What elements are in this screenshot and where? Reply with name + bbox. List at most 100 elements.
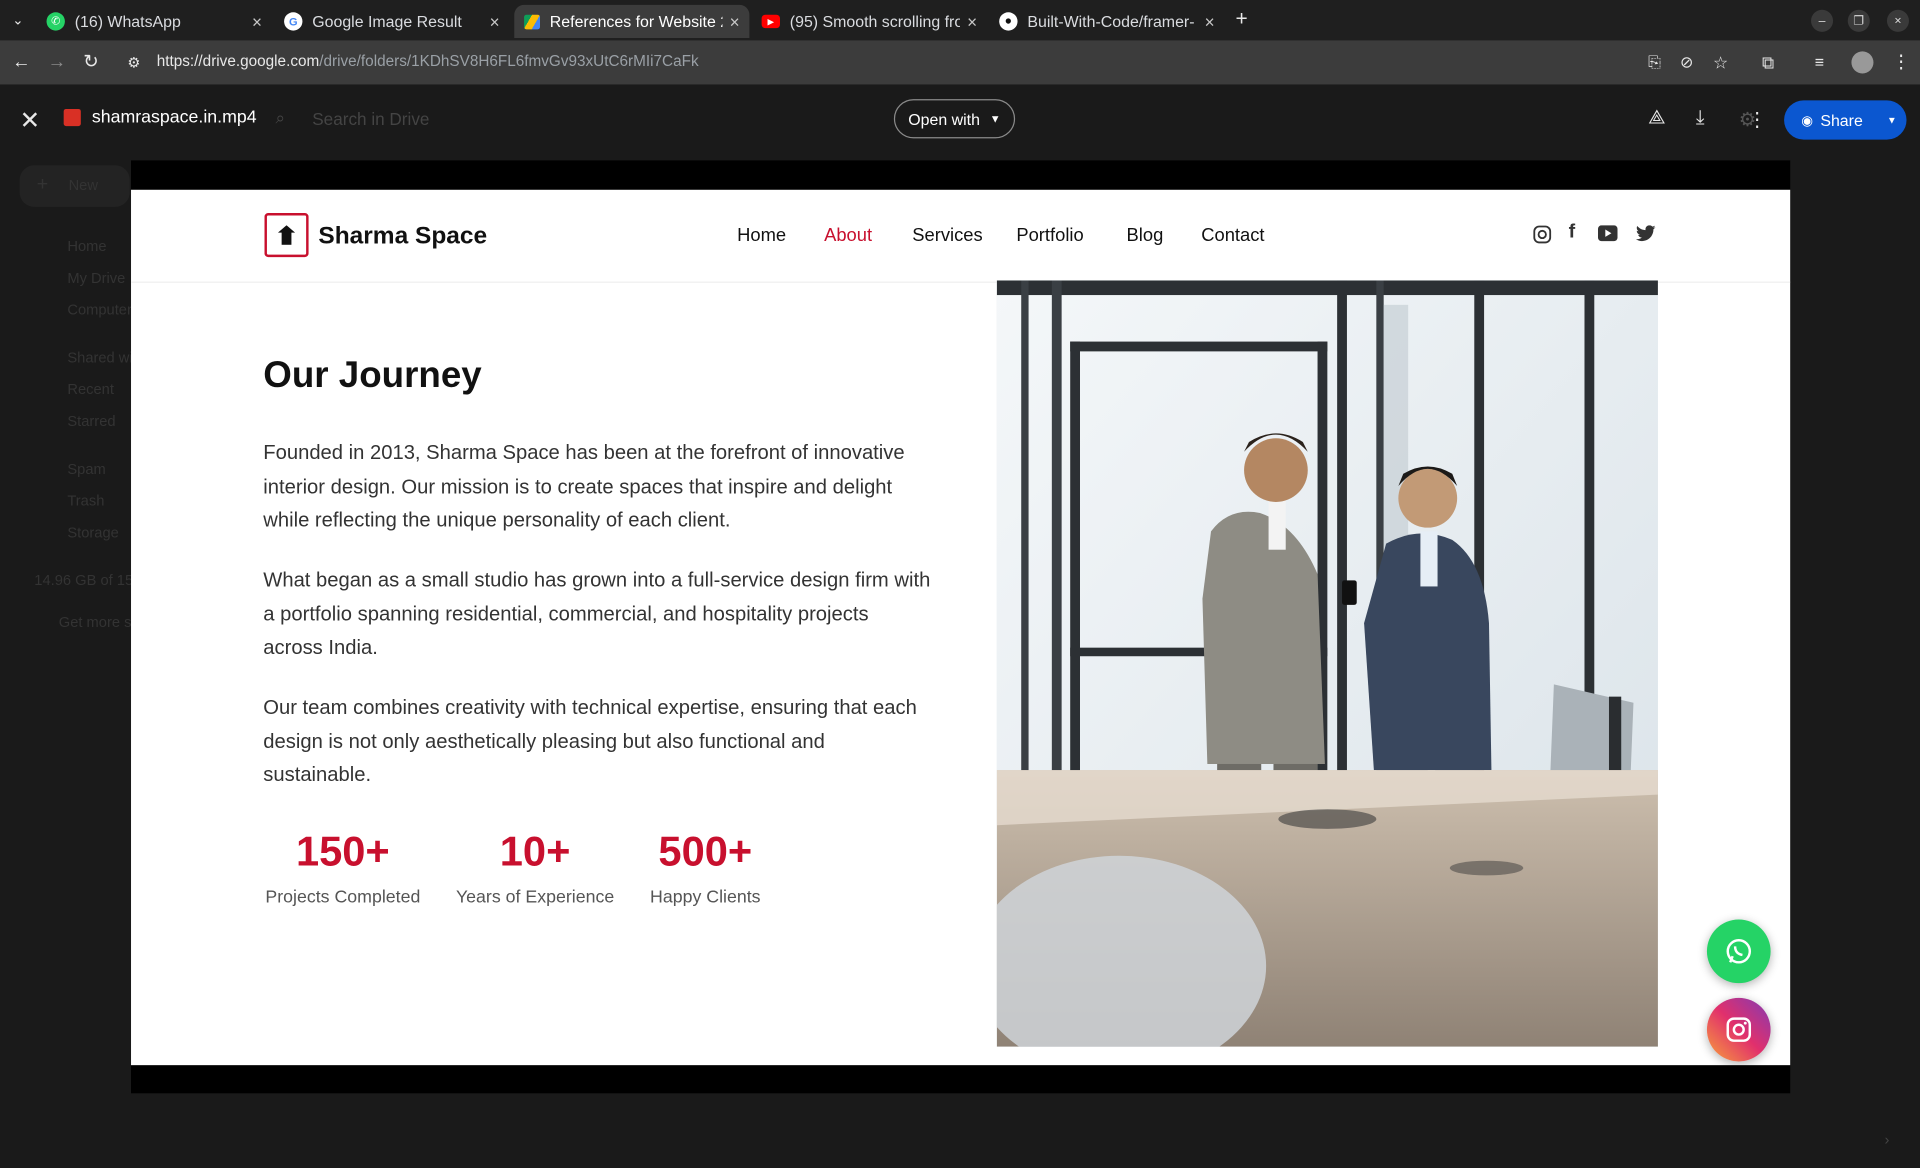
drive-nav-computers: Computers: [67, 301, 140, 319]
close-icon[interactable]: ×: [730, 12, 740, 32]
tab-github[interactable]: ● Built-With-Code/framer- ×: [989, 5, 1224, 38]
tab-title: References for Website 2: [549, 12, 723, 31]
stat-years-value: 10+: [499, 828, 571, 876]
browser-toolbar: ← → ↻ ⚙ https://drive.google.com/drive/f…: [0, 40, 1920, 85]
chevron-down-icon: ▼: [989, 112, 1001, 125]
search-icon: ⌕: [275, 107, 286, 128]
share-dropdown-icon[interactable]: ▼: [1887, 114, 1897, 125]
profile-avatar[interactable]: [1851, 51, 1874, 74]
menu-kebab-icon[interactable]: ⋮: [1892, 51, 1910, 73]
new-tab-icon[interactable]: +: [1236, 8, 1248, 31]
bookmark-star-icon[interactable]: ☆: [1713, 51, 1728, 73]
storage-text: 14.96 GB of 15: [34, 571, 134, 589]
address-bar[interactable]: https://drive.google.com/drive/folders/1…: [157, 53, 699, 70]
instagram-icon: [1533, 225, 1552, 247]
google-icon: G: [284, 12, 303, 31]
paragraph-growth: What began as a small studio has grown i…: [263, 569, 931, 659]
youtube-icon: [1597, 225, 1618, 245]
minimize-icon[interactable]: –: [1811, 9, 1834, 32]
close-icon[interactable]: ×: [967, 12, 977, 32]
whatsapp-fab[interactable]: [1706, 919, 1771, 984]
nav-about: About: [824, 225, 873, 247]
browser-window: ⌄ ✆ (16) WhatsApp × G Google Image Resul…: [0, 0, 1920, 1168]
whatsapp-icon: [1726, 939, 1752, 964]
drive-nav-starred: Starred: [67, 412, 116, 430]
paragraph-team: Our team combines creativity with techni…: [263, 696, 917, 787]
get-more-storage: Get more s: [58, 613, 132, 631]
youtube-icon: ▶: [761, 14, 781, 29]
paragraph-founded: Founded in 2013, Sharma Space has been a…: [263, 441, 905, 532]
share-button[interactable]: ◉ Share ▼: [1784, 100, 1907, 140]
download-icon[interactable]: ⤓: [1696, 108, 1705, 130]
drive-nav-storage: Storage: [67, 524, 119, 542]
tab-title: Built-With-Code/framer-: [1027, 12, 1195, 31]
tab-title: Google Image Result: [312, 12, 462, 31]
stat-projects-label: Projects Completed: [265, 887, 421, 908]
reload-icon[interactable]: ↻: [83, 51, 98, 73]
media-control-icon[interactable]: ≡: [1815, 51, 1824, 73]
url-host: https://drive.google.com: [156, 52, 320, 70]
tab-whatsapp[interactable]: ✆ (16) WhatsApp ×: [37, 5, 272, 38]
twitter-icon: [1635, 225, 1656, 246]
tab-title: (95) Smooth scrolling from: [789, 12, 960, 31]
nav-blog: Blog: [1126, 225, 1164, 247]
open-with-button[interactable]: Open with ▼: [893, 99, 1016, 139]
install-app-icon[interactable]: ⎘: [1648, 51, 1661, 73]
new-label: New: [68, 176, 98, 194]
drive-nav-recent: Recent: [67, 380, 114, 398]
google-drive-icon: [524, 14, 541, 29]
tab-google-image[interactable]: G Google Image Result ×: [274, 5, 509, 38]
tab-drive[interactable]: References for Website 2 ×: [514, 4, 750, 38]
add-shortcut-icon[interactable]: ⟁: [1648, 108, 1665, 130]
github-icon: ●: [999, 12, 1018, 31]
more-options-icon[interactable]: ⋮: [1747, 108, 1767, 132]
extensions-icon[interactable]: ⧉: [1762, 51, 1774, 73]
plus-icon: +: [36, 173, 49, 195]
tab-youtube[interactable]: ▶ (95) Smooth scrolling from ×: [752, 5, 987, 38]
close-viewer-icon[interactable]: ✕: [20, 105, 41, 136]
nav-services: Services: [912, 225, 983, 247]
tab-title: (16) WhatsApp: [74, 12, 181, 31]
tab-search-icon[interactable]: ⌄: [12, 10, 23, 32]
back-icon[interactable]: ←: [12, 51, 30, 73]
drive-nav-home: Home: [67, 237, 107, 255]
stat-projects-value: 150+: [295, 828, 390, 876]
office-meeting-photo: [996, 280, 1658, 1047]
globe-icon: ◉: [1801, 113, 1813, 128]
drive-nav-trash: Trash: [67, 492, 105, 510]
file-name: shamraspace.in.mp4: [91, 107, 257, 128]
section-heading: Our Journey: [263, 355, 482, 396]
new-button: + New: [19, 165, 130, 207]
url-path: /drive/folders/1KDhSV8H6FL6fmvGv93xUtC6r…: [319, 52, 699, 70]
facebook-icon: f: [1568, 221, 1576, 243]
stat-clients-label: Happy Clients: [650, 887, 761, 908]
instagram-fab[interactable]: [1706, 997, 1771, 1062]
drive-nav-spam: Spam: [67, 460, 106, 478]
tab-strip: ⌄ ✆ (16) WhatsApp × G Google Image Resul…: [0, 0, 1920, 41]
whatsapp-icon: ✆: [46, 12, 65, 31]
drive-nav-my-drive: My Drive: [67, 269, 126, 287]
site-info-icon[interactable]: ⚙: [127, 51, 140, 73]
house-icon: [277, 225, 296, 245]
forward-icon[interactable]: →: [48, 51, 66, 73]
share-label: Share: [1820, 110, 1863, 130]
restore-icon[interactable]: ❐: [1847, 9, 1870, 32]
video-file-icon: [63, 108, 81, 127]
video-player[interactable]: Sharma Space Home About Services Portfol…: [131, 160, 1791, 1094]
stat-years-label: Years of Experience: [455, 887, 615, 908]
brand-name: Sharma Space: [318, 222, 488, 250]
nav-contact: Contact: [1201, 225, 1265, 247]
close-icon[interactable]: ×: [1205, 12, 1215, 32]
window-close-icon[interactable]: ×: [1886, 9, 1909, 32]
logo: [264, 213, 309, 258]
eye-off-icon[interactable]: ⊘: [1680, 51, 1693, 73]
instagram-icon: [1726, 1017, 1752, 1042]
stat-clients-value: 500+: [658, 828, 753, 876]
open-with-label: Open with: [908, 109, 980, 128]
close-icon[interactable]: ×: [252, 12, 262, 32]
nav-home: Home: [737, 225, 787, 247]
search-placeholder: Search in Drive: [312, 108, 430, 129]
nav-portfolio: Portfolio: [1016, 225, 1084, 247]
close-icon[interactable]: ×: [490, 12, 500, 32]
video-frame-website: Sharma Space Home About Services Portfol…: [131, 189, 1791, 1066]
